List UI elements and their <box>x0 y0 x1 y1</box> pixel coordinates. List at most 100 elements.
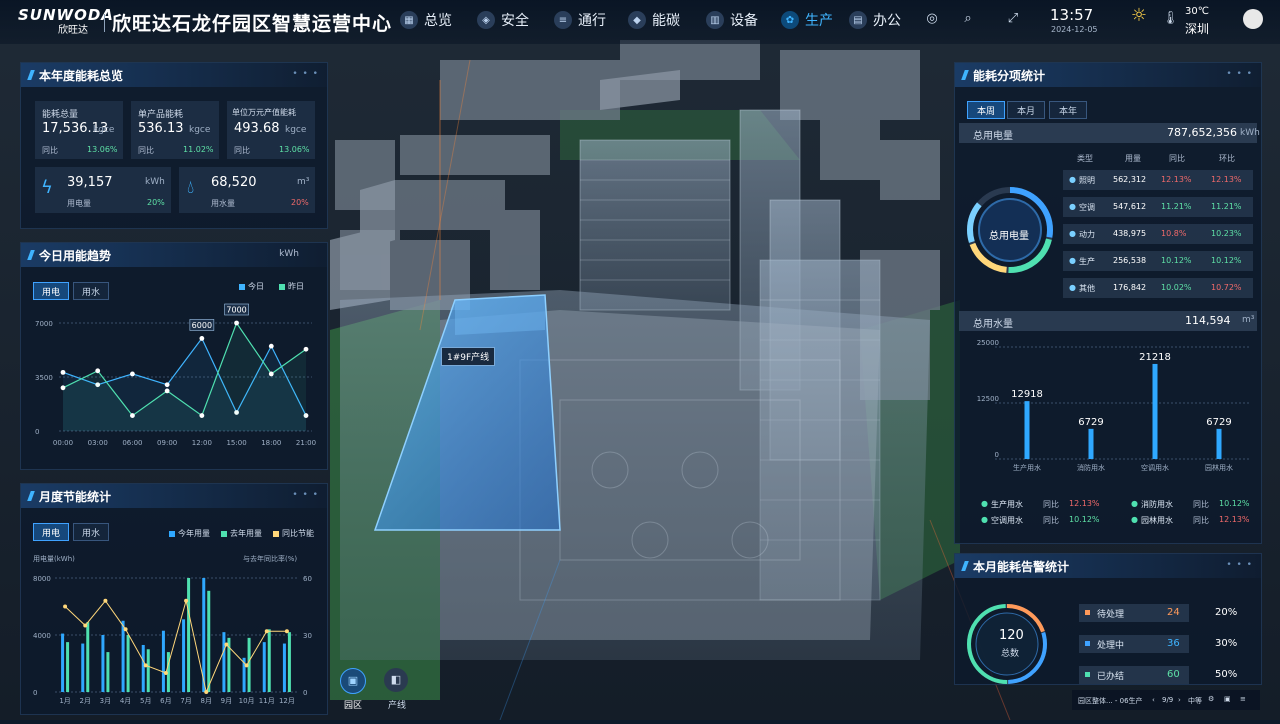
water-bar-chart[interactable]: 0 12500 25000 12918 生产用水 6729 消防用水 21218 空调用水 672… <box>955 337 1261 487</box>
data-point[interactable] <box>95 368 101 374</box>
water-compare-label: 同比 <box>1193 516 1209 525</box>
daily-trend-chart[interactable]: 0 3500 7000 00:00 03:00 06:00 09:00 12:00 15:00 1… <box>21 303 327 469</box>
bar[interactable] <box>121 620 125 692</box>
tab-week[interactable]: 本周 <box>967 101 1005 119</box>
bar[interactable] <box>187 578 191 692</box>
saving-point[interactable] <box>184 598 189 603</box>
bottom-nav-line-label[interactable]: 产线 <box>388 698 406 711</box>
saving-point[interactable] <box>244 663 249 668</box>
data-point[interactable] <box>268 343 274 349</box>
nav-equipment[interactable]: ▥ 设备 <box>706 8 758 32</box>
data-point[interactable] <box>303 346 309 352</box>
total-water-bar: 总用水量 114,594 m³ <box>959 311 1257 331</box>
nav-safety[interactable]: ◈ 安全 <box>477 8 529 32</box>
nav-production[interactable]: ✿ 生产 <box>781 8 833 32</box>
prev-icon[interactable]: ‹ <box>1152 696 1155 704</box>
data-point[interactable] <box>60 369 66 375</box>
more-icon[interactable]: • • • <box>292 490 319 500</box>
breakdown-row[interactable]: ● 生产 256,538 10.12% 10.12% <box>1063 251 1253 271</box>
tab-water[interactable]: 用水 <box>73 523 109 541</box>
tab-water[interactable]: 用水 <box>73 282 109 300</box>
data-point[interactable] <box>199 336 205 341</box>
data-point[interactable] <box>60 385 66 391</box>
bar[interactable] <box>282 643 286 692</box>
y-tick-label: 8000 <box>33 575 51 583</box>
camera-icon[interactable]: ▣ <box>1224 695 1231 703</box>
quality-mode[interactable]: 中等 <box>1188 696 1202 706</box>
data-point[interactable] <box>199 413 205 418</box>
bar[interactable] <box>81 643 85 692</box>
data-point[interactable] <box>164 388 170 394</box>
nav-overview[interactable]: ▦ 总览 <box>400 8 452 32</box>
settings-icon[interactable]: ⚙ <box>1208 695 1214 703</box>
avatar[interactable] <box>1243 9 1263 29</box>
tab-month[interactable]: 本月 <box>1007 101 1045 119</box>
bar[interactable] <box>86 622 90 692</box>
saving-line[interactable] <box>64 599 287 694</box>
legend-saving: 同比节能 <box>273 528 314 539</box>
saving-point[interactable] <box>103 598 108 603</box>
nav-access[interactable]: ≡ 通行 <box>554 8 606 32</box>
saving-point[interactable] <box>284 629 289 634</box>
alarm-row[interactable]: 已办结 60 <box>1079 666 1189 684</box>
saving-point[interactable] <box>204 690 209 694</box>
breakdown-row[interactable]: ● 动力 438,975 10.8% 10.23% <box>1063 224 1253 244</box>
tab-electricity[interactable]: 用电 <box>33 523 69 541</box>
breakdown-row[interactable]: ● 照明 562,312 12.13% 12.13% <box>1063 170 1253 190</box>
water-value: 68,520 <box>211 175 257 190</box>
line-icon[interactable]: ◧ <box>384 668 408 692</box>
data-point[interactable] <box>130 371 135 377</box>
bar[interactable] <box>262 642 266 692</box>
bottom-nav-park-label[interactable]: 园区 <box>344 698 362 711</box>
alarm-row[interactable]: 处理中 36 <box>1079 635 1189 653</box>
more-icon[interactable]: • • • <box>292 69 319 79</box>
bar[interactable] <box>222 632 226 692</box>
bar[interactable] <box>1024 401 1030 459</box>
alarm-row[interactable]: 待处理 24 <box>1079 604 1189 622</box>
tab-year[interactable]: 本年 <box>1049 101 1087 119</box>
search-icon[interactable]: ⌕ <box>960 11 976 27</box>
bar[interactable] <box>146 649 150 692</box>
fingerprint-icon[interactable]: ◎ <box>924 11 940 27</box>
bar[interactable] <box>101 635 105 692</box>
saving-point[interactable] <box>143 663 148 668</box>
more-icon[interactable]: • • • <box>1226 69 1253 79</box>
saving-point[interactable] <box>163 671 168 675</box>
bar[interactable] <box>1088 428 1094 459</box>
bar[interactable] <box>106 652 110 692</box>
bar[interactable] <box>182 619 186 692</box>
data-point[interactable] <box>164 382 170 388</box>
nav-energy-carbon[interactable]: ◆ 能碳 <box>628 8 680 32</box>
data-point[interactable] <box>130 413 135 418</box>
bar[interactable] <box>1152 363 1158 459</box>
layers-icon[interactable]: ≡ <box>1240 695 1246 703</box>
monthly-saving-chart[interactable]: 0 0 4000 30 8000 60 1月 2月 3月 4月 5月 6月 7月 8月 9月 10月 11月 12… <box>21 564 327 712</box>
breakdown-row[interactable]: ● 其他 176,842 10.02% 10.72% <box>1063 278 1253 298</box>
next-icon[interactable]: › <box>1178 696 1181 704</box>
saving-point[interactable] <box>63 604 68 609</box>
bar[interactable] <box>207 590 211 692</box>
bar[interactable] <box>61 633 65 692</box>
bar[interactable] <box>267 629 271 692</box>
more-icon[interactable]: • • • <box>1226 560 1253 570</box>
breakdown-row[interactable]: ● 空调 547,612 11.21% 11.21% <box>1063 197 1253 217</box>
nav-office[interactable]: ▤ 办公 <box>849 8 901 32</box>
bar[interactable] <box>287 632 291 692</box>
bar[interactable] <box>1216 428 1222 459</box>
building-label[interactable]: 1#9F产线 <box>441 347 496 366</box>
bar[interactable] <box>161 630 165 692</box>
saving-point[interactable] <box>264 629 269 634</box>
data-point[interactable] <box>268 371 274 377</box>
park-icon[interactable]: ▣ <box>340 668 366 694</box>
data-point[interactable] <box>234 320 239 326</box>
fullscreen-icon[interactable]: ⤢ <box>1005 11 1021 27</box>
tab-electricity[interactable]: 用电 <box>33 282 69 300</box>
alarm-ring-chart[interactable] <box>965 602 1049 686</box>
bar[interactable] <box>141 644 145 692</box>
saving-point[interactable] <box>123 627 128 632</box>
saving-point[interactable] <box>83 623 88 628</box>
saving-point[interactable] <box>224 642 229 647</box>
bar[interactable] <box>126 635 130 692</box>
bar[interactable] <box>66 642 70 692</box>
scene-breadcrumb[interactable]: 园区整体... - 06生产 <box>1078 696 1143 706</box>
